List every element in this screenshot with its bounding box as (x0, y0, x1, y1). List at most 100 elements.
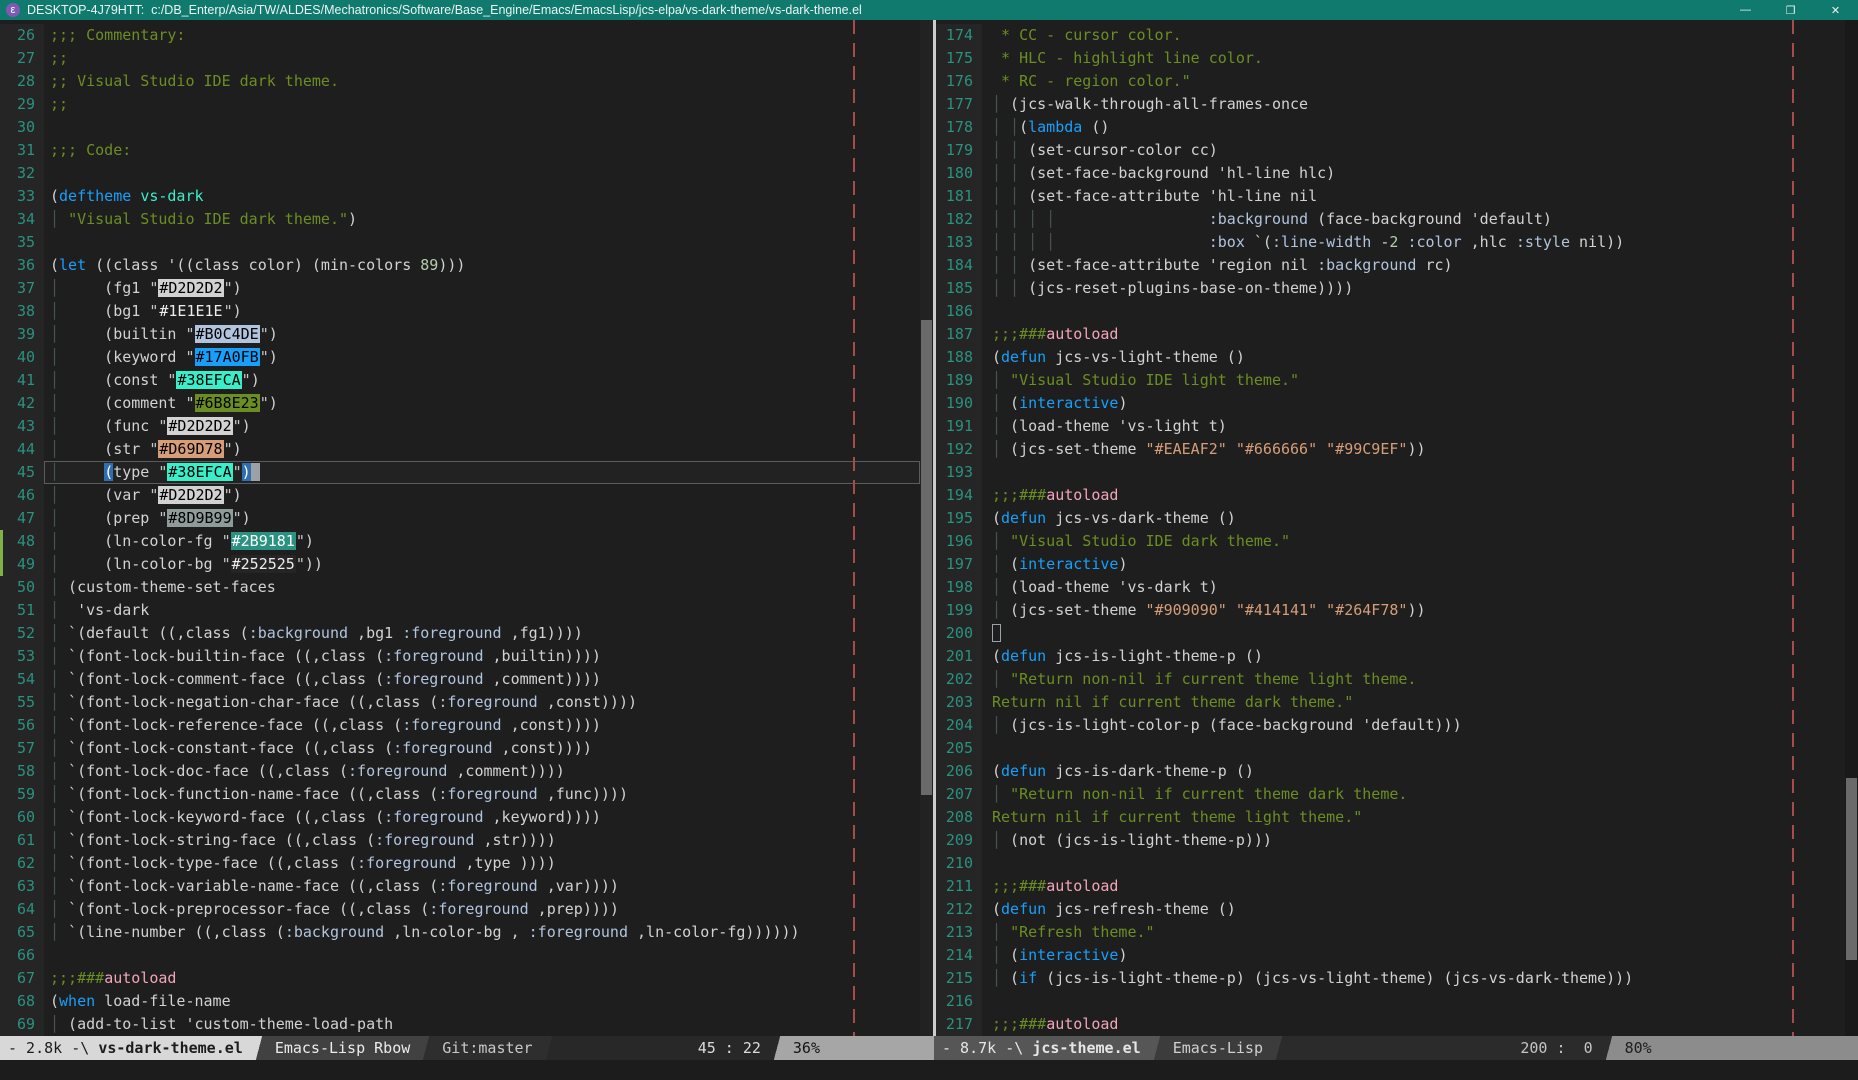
editor-window-left[interactable]: 26;;; Commentary:27;;28;; Visual Studio … (0, 20, 920, 1036)
code-line[interactable]: 211;;;###autoload (936, 875, 1845, 898)
code-line[interactable]: 60│ `(font-lock-keyword-face ((,class (:… (0, 806, 920, 829)
code-line[interactable]: 69│ (add-to-list 'custom-theme-load-path (0, 1013, 920, 1036)
code-line[interactable]: 179│ │ (set-cursor-color cc) (936, 139, 1845, 162)
maximize-button[interactable]: ❐ (1768, 0, 1813, 20)
echo-area[interactable] (0, 1060, 1858, 1080)
code-line[interactable]: 46│ (var "#D2D2D2") (0, 484, 920, 507)
code-line[interactable]: 62│ `(font-lock-type-face ((,class (:for… (0, 852, 920, 875)
code-line[interactable]: 195(defun jcs-vs-dark-theme () (936, 507, 1845, 530)
code-line[interactable]: 209│ (not (jcs-is-light-theme-p))) (936, 829, 1845, 852)
code-line[interactable]: 47│ (prep "#8D9B99") (0, 507, 920, 530)
editor-window-right[interactable]: 174 * CC - cursor color.175 * HLC - high… (936, 20, 1845, 1036)
code-line[interactable]: 192│ (jcs-set-theme "#EAEAF2" "#666666" … (936, 438, 1845, 461)
code-line[interactable]: 206(defun jcs-is-dark-theme-p () (936, 760, 1845, 783)
code-line[interactable]: 207│ "Return non-nil if current theme da… (936, 783, 1845, 806)
code-line[interactable]: 49│ (ln-color-bg "#252525")) (0, 553, 920, 576)
code-line[interactable]: 35 (0, 231, 920, 254)
code-line[interactable]: 189│ "Visual Studio IDE light theme." (936, 369, 1845, 392)
code-line[interactable]: 32 (0, 162, 920, 185)
code-line[interactable]: 27;; (0, 47, 920, 70)
scrollbar-right[interactable] (1845, 20, 1858, 1036)
code-line[interactable]: 55│ `(font-lock-negation-char-face ((,cl… (0, 691, 920, 714)
code-line[interactable]: 184│ │ (set-face-attribute 'region nil :… (936, 254, 1845, 277)
code-line[interactable]: 188(defun jcs-vs-light-theme () (936, 346, 1845, 369)
code-line[interactable]: 63│ `(font-lock-variable-name-face ((,cl… (0, 875, 920, 898)
code-line[interactable]: 214│ (interactive) (936, 944, 1845, 967)
code-line[interactable]: 54│ `(font-lock-comment-face ((,class (:… (0, 668, 920, 691)
code-line[interactable]: 45│ (type "#38EFCA") (0, 461, 920, 484)
code-line[interactable]: 202│ "Return non-nil if current theme li… (936, 668, 1845, 691)
close-button[interactable]: ✕ (1813, 0, 1858, 20)
code-line[interactable]: 40│ (keyword "#17A0FB") (0, 346, 920, 369)
git-branch[interactable]: Git:master (434, 1036, 540, 1060)
code-line[interactable]: 59│ `(font-lock-function-name-face ((,cl… (0, 783, 920, 806)
code-line[interactable]: 177│ (jcs-walk-through-all-frames-once (936, 93, 1845, 116)
code-line[interactable]: 176 * RC - region color." (936, 70, 1845, 93)
code-line[interactable]: 198│ (load-theme 'vs-dark t) (936, 576, 1845, 599)
code-line[interactable]: 201(defun jcs-is-light-theme-p () (936, 645, 1845, 668)
code-line[interactable]: 183│ │ │ │ :box `(:line-width -2 :color … (936, 231, 1845, 254)
code-line[interactable]: 197│ (interactive) (936, 553, 1845, 576)
code-line[interactable]: 215│ (if (jcs-is-light-theme-p) (jcs-vs-… (936, 967, 1845, 990)
code-line[interactable]: 68(when load-file-name (0, 990, 920, 1013)
code-line[interactable]: 185│ │ (jcs-reset-plugins-base-on-theme)… (936, 277, 1845, 300)
code-line[interactable]: 178│ │(lambda () (936, 116, 1845, 139)
code-line[interactable]: 216 (936, 990, 1845, 1013)
code-line[interactable]: 204│ (jcs-is-light-color-p (face-backgro… (936, 714, 1845, 737)
code-line[interactable]: 174 * CC - cursor color. (936, 24, 1845, 47)
code-line[interactable]: 31;;; Code: (0, 139, 920, 162)
code-line[interactable]: 33(deftheme vs-dark (0, 185, 920, 208)
code-line[interactable]: 175 * HLC - highlight line color. (936, 47, 1845, 70)
code-line[interactable]: 34│ "Visual Studio IDE dark theme.") (0, 208, 920, 231)
code-line[interactable]: 57│ `(font-lock-constant-face ((,class (… (0, 737, 920, 760)
code-line[interactable]: 191│ (load-theme 'vs-light t) (936, 415, 1845, 438)
code-line[interactable]: 50│ (custom-theme-set-faces (0, 576, 920, 599)
scrollbar-thumb-right[interactable] (1846, 778, 1857, 960)
code-line[interactable]: 26;;; Commentary: (0, 24, 920, 47)
scrollbar-thumb-left[interactable] (921, 320, 932, 795)
code-line[interactable]: 203Return nil if current theme dark them… (936, 691, 1845, 714)
code-line[interactable]: 51│ 'vs-dark (0, 599, 920, 622)
code-line[interactable]: 208Return nil if current theme light the… (936, 806, 1845, 829)
code-line[interactable]: 37│ (fg1 "#D2D2D2") (0, 277, 920, 300)
minimize-button[interactable]: — (1723, 0, 1768, 20)
code-line[interactable]: 213│ "Refresh theme." (936, 921, 1845, 944)
code-line[interactable]: 36(let ((class '((class color) (min-colo… (0, 254, 920, 277)
code-line[interactable]: 43│ (func "#D2D2D2") (0, 415, 920, 438)
code-line[interactable]: 205 (936, 737, 1845, 760)
code-line[interactable]: 182│ │ │ │ :background (face-background … (936, 208, 1845, 231)
code-line[interactable]: 200 (936, 622, 1845, 645)
code-line[interactable]: 53│ `(font-lock-builtin-face ((,class (:… (0, 645, 920, 668)
code-line[interactable]: 28;; Visual Studio IDE dark theme. (0, 70, 920, 93)
code-line[interactable]: 29;; (0, 93, 920, 116)
code-line[interactable]: 212(defun jcs-refresh-theme () (936, 898, 1845, 921)
code-line[interactable]: 56│ `(font-lock-reference-face ((,class … (0, 714, 920, 737)
code-line[interactable]: 186 (936, 300, 1845, 323)
scrollbar-left[interactable] (920, 20, 933, 1036)
code-line[interactable]: 199│ (jcs-set-theme "#909090" "#414141" … (936, 599, 1845, 622)
code-line[interactable]: 217;;;###autoload (936, 1013, 1845, 1036)
code-line[interactable]: 190│ (interactive) (936, 392, 1845, 415)
code-line[interactable]: 48│ (ln-color-fg "#2B9181") (0, 530, 920, 553)
code-line[interactable]: 38│ (bg1 "#1E1E1E") (0, 300, 920, 323)
code-line[interactable]: 30 (0, 116, 920, 139)
code-line[interactable]: 42│ (comment "#6B8E23") (0, 392, 920, 415)
code-line[interactable]: 41│ (const "#38EFCA") (0, 369, 920, 392)
code-line[interactable]: 210 (936, 852, 1845, 875)
code-line[interactable]: 65│ `(line-number ((,class (:background … (0, 921, 920, 944)
code-line[interactable]: 64│ `(font-lock-preprocessor-face ((,cla… (0, 898, 920, 921)
window-divider[interactable] (933, 20, 936, 1036)
code-line[interactable]: 187;;;###autoload (936, 323, 1845, 346)
code-line[interactable]: 66 (0, 944, 920, 967)
code-line[interactable]: 181│ │ (set-face-attribute 'hl-line nil (936, 185, 1845, 208)
code-line[interactable]: 52│ `(default ((,class (:background ,bg1… (0, 622, 920, 645)
code-line[interactable]: 58│ `(font-lock-doc-face ((,class (:fore… (0, 760, 920, 783)
major-mode-right[interactable]: Emacs-Lisp (1165, 1036, 1271, 1060)
code-line[interactable]: 193 (936, 461, 1845, 484)
code-line[interactable]: 194;;;###autoload (936, 484, 1845, 507)
code-line[interactable]: 61│ `(font-lock-string-face ((,class (:f… (0, 829, 920, 852)
major-mode-left[interactable]: Emacs-Lisp Rbow (267, 1036, 418, 1060)
code-line[interactable]: 39│ (builtin "#B0C4DE") (0, 323, 920, 346)
code-line[interactable]: 44│ (str "#D69D78") (0, 438, 920, 461)
code-line[interactable]: 180│ │ (set-face-background 'hl-line hlc… (936, 162, 1845, 185)
